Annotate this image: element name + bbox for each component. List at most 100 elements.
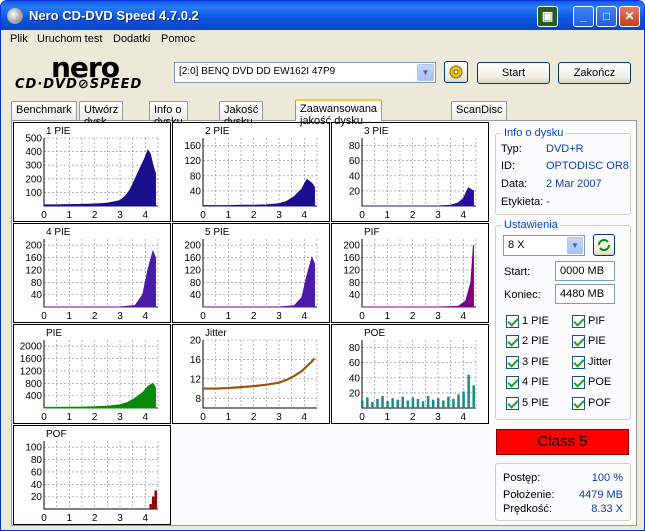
disc-date-label: Data: xyxy=(501,178,528,190)
x-tick-label: 3 xyxy=(117,311,123,322)
chevron-down-icon[interactable]: ▼ xyxy=(417,64,434,81)
series-bar xyxy=(391,398,394,408)
x-tick-label: 4 xyxy=(302,210,308,221)
x-tick-label: 1 xyxy=(67,412,73,423)
title-bar[interactable]: Nero CD-DVD Speed 4.7.0.2 ▣ _ □ ✕ xyxy=(1,1,644,30)
chart-svg: 1008060 4020 0 1 2 3 4 POF xyxy=(25,429,159,524)
speed-select-value: 8 X xyxy=(508,239,525,251)
tab-scandisc[interactable]: ScanDisc xyxy=(451,101,508,120)
checkbox-5pie[interactable] xyxy=(506,397,519,410)
exit-button[interactable]: Zakończ xyxy=(558,62,631,84)
x-tick-label: 2 xyxy=(92,210,98,221)
checkbox-pie-label: PIE xyxy=(588,335,606,347)
x-tick-label: 1 xyxy=(385,311,391,322)
y-tick-label: 400 xyxy=(25,147,42,158)
chart-svg: 200160120 8040 0 1 2 3 4 5 PIE xyxy=(184,227,318,322)
y-tick-label: 20 xyxy=(349,186,361,197)
x-tick-label: 0 xyxy=(359,311,365,322)
speed-select[interactable]: 8 X ▼ xyxy=(503,235,585,256)
menu-dodatki[interactable]: Dodatki xyxy=(113,33,150,45)
series-bar xyxy=(452,398,455,408)
x-tick-label: 0 xyxy=(41,412,47,423)
x-tick-label: 2 xyxy=(251,412,257,423)
refresh-speed-button[interactable] xyxy=(593,234,615,256)
x-tick-label: 0 xyxy=(41,210,47,221)
y-tick-label: 120 xyxy=(25,265,42,276)
close-button[interactable]: ✕ xyxy=(619,6,640,27)
x-tick-label: 1 xyxy=(226,311,232,322)
x-tick-label: 2 xyxy=(251,210,257,221)
refresh-drive-button[interactable] xyxy=(444,61,468,83)
app-window: Nero CD-DVD Speed 4.7.0.2 ▣ _ □ ✕ Plik U… xyxy=(0,0,645,531)
x-tick-label: 2 xyxy=(92,311,98,322)
y-tick-label: 1200 xyxy=(20,366,43,377)
settings-title: Ustawienia xyxy=(502,219,560,231)
checkbox-3pie[interactable] xyxy=(506,356,519,369)
y-tick-label: 40 xyxy=(349,373,361,384)
checkbox-2pie[interactable] xyxy=(506,335,519,348)
end-input[interactable]: 4480 MB xyxy=(555,284,615,304)
tab-create-disc[interactable]: Utwórz dysk xyxy=(79,101,124,128)
maximize-button[interactable]: □ xyxy=(596,6,617,27)
y-tick-label: 80 xyxy=(349,141,361,152)
checkbox-poe[interactable] xyxy=(572,376,585,389)
x-tick-label: 4 xyxy=(143,210,149,221)
y-tick-label: 80 xyxy=(190,278,202,289)
series-bar xyxy=(401,396,405,408)
disc-label-value: - xyxy=(546,196,550,208)
tab-benchmark[interactable]: Benchmark xyxy=(11,101,77,120)
start-label: Start: xyxy=(504,266,531,278)
y-tick-label: 120 xyxy=(184,156,201,167)
chevron-down-icon[interactable]: ▼ xyxy=(567,237,583,254)
chart-pof: 100 80 60 40 20 0 1 2 3 4 POF xyxy=(13,425,171,525)
x-tick-label: 1 xyxy=(385,210,391,221)
menu-uruchom-test[interactable]: Uruchom test xyxy=(37,33,102,45)
y-tick-label: 40 xyxy=(349,171,361,182)
checkbox-4pie[interactable] xyxy=(506,376,519,389)
menu-bar: Plik Uruchom test Dodatki Pomoc xyxy=(1,30,644,50)
disc-type-label: Typ: xyxy=(501,143,522,155)
chart-title: Jitter xyxy=(205,328,227,339)
tab-advanced-quality[interactable]: Zaawansowana jakość dysku xyxy=(295,99,383,127)
y-tick-label: 120 xyxy=(184,265,201,276)
series-bar xyxy=(411,397,415,408)
checkbox-jitter[interactable] xyxy=(572,356,585,369)
class-result: Class 5 xyxy=(496,429,629,455)
chart-title: 5 PIE xyxy=(205,227,230,238)
y-tick-label: 160 xyxy=(25,253,42,264)
start-input[interactable]: 0000 MB xyxy=(555,261,615,281)
y-tick-label: 12 xyxy=(190,374,202,385)
save-icon[interactable]: ▣ xyxy=(537,6,558,27)
minimize-button[interactable]: _ xyxy=(573,6,594,27)
checkbox-pie[interactable] xyxy=(572,335,585,348)
x-tick-label: 3 xyxy=(435,210,441,221)
tab-disc-quality[interactable]: Jakość dysku xyxy=(219,101,264,128)
chart-pif: 200 160 120 80 40 0 1 2 3 4 PIF xyxy=(331,223,489,323)
start-button[interactable]: Start xyxy=(477,62,550,84)
disc-id-label: ID: xyxy=(501,160,516,172)
cd-dvd-speed-logo: CD·DVD⊘SPEED xyxy=(15,77,143,92)
checkbox-4pie-label: 4 PIE xyxy=(522,376,549,388)
chart-axes xyxy=(361,138,476,207)
y-tick-label: 40 xyxy=(349,290,361,301)
chart-axes xyxy=(202,239,317,308)
menu-plik[interactable]: Plik xyxy=(10,33,28,45)
checkbox-pof[interactable] xyxy=(572,397,585,410)
series-bar xyxy=(366,397,369,408)
drive-select[interactable]: [2:0] BENQ DVD DD EW162I 47P9 ▼ xyxy=(174,62,436,83)
checkbox-1pie[interactable] xyxy=(506,315,519,328)
chart-svg: 200160120 8040 0 1 2 3 4 PIF xyxy=(343,227,477,322)
y-tick-label: 60 xyxy=(31,467,43,478)
tab-disc-info[interactable]: Info o dysku xyxy=(149,101,188,128)
series-bar xyxy=(472,385,475,408)
y-tick-label: 80 xyxy=(349,343,361,354)
menu-pomoc[interactable]: Pomoc xyxy=(161,33,195,45)
chart-title: 4 PIE xyxy=(46,227,71,238)
checkbox-pif[interactable] xyxy=(572,315,585,328)
series-area xyxy=(44,249,156,308)
x-tick-label: 1 xyxy=(385,412,391,423)
x-tick-label: 1 xyxy=(226,210,232,221)
series-bar xyxy=(447,396,450,408)
y-tick-label: 200 xyxy=(184,241,201,252)
series-bar xyxy=(431,399,435,408)
